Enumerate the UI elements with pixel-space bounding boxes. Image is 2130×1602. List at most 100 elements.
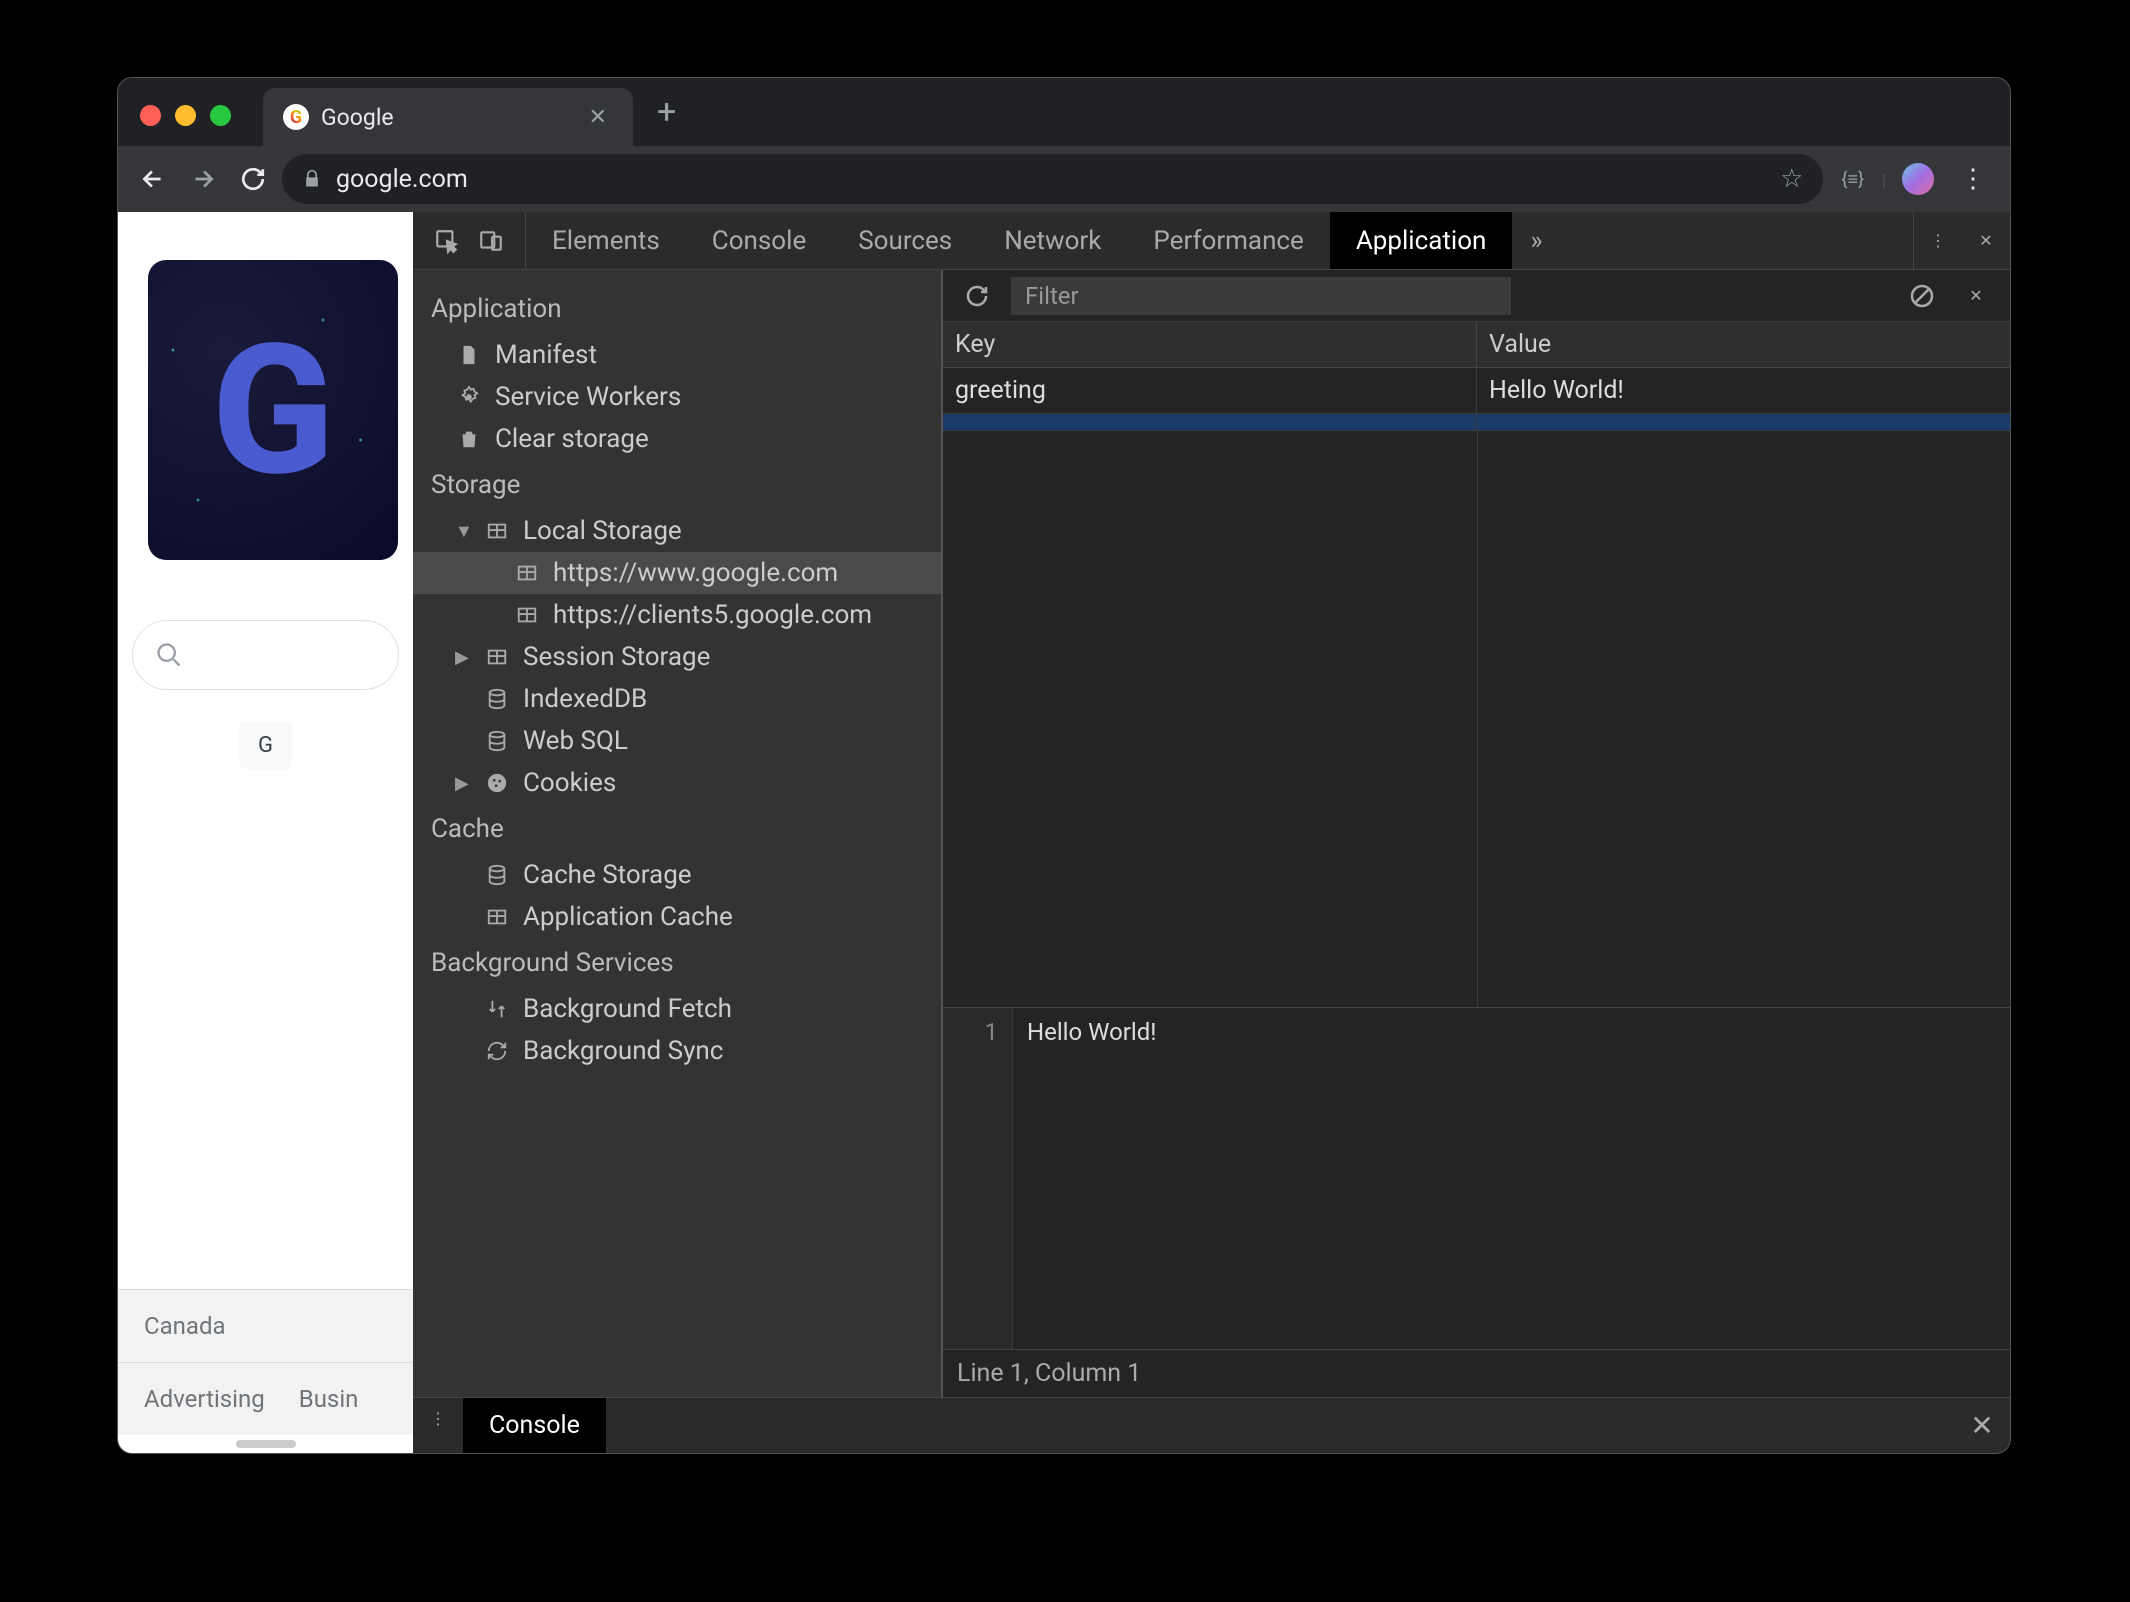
preview-body: 1 Hello World! xyxy=(943,1008,2010,1349)
cookie-icon xyxy=(483,769,511,797)
table-icon xyxy=(513,559,541,587)
table-body-empty[interactable] xyxy=(943,431,2010,1007)
filter-row: ✕ xyxy=(943,270,2010,322)
devtools-close-button[interactable]: ✕ xyxy=(1962,221,2010,261)
footer-country: Canada xyxy=(144,1312,226,1340)
extension-badge[interactable]: {≡} xyxy=(1831,169,1874,190)
clear-all-button[interactable] xyxy=(1902,276,1942,316)
table-header: Key Value xyxy=(943,322,2010,368)
tab-network[interactable]: Network xyxy=(978,212,1127,269)
section-background-services: Background Services xyxy=(413,938,941,988)
forward-button[interactable] xyxy=(182,158,224,200)
device-toggle-icon[interactable] xyxy=(471,221,511,261)
tab-sources[interactable]: Sources xyxy=(832,212,978,269)
storage-main-panel: ✕ Key Value greeting Hello World! xyxy=(943,270,2010,1397)
preview-status: Line 1, Column 1 xyxy=(943,1349,2010,1397)
doodle-letter: G xyxy=(212,305,335,516)
sidebar-item-cache-storage[interactable]: Cache Storage xyxy=(413,854,941,896)
devtools-tabbar: Elements Console Sources Network Perform… xyxy=(413,212,2010,270)
line-gutter: 1 xyxy=(943,1008,1013,1349)
storage-table: Key Value greeting Hello World! xyxy=(943,322,2010,431)
section-storage: Storage xyxy=(413,460,941,510)
more-tabs-button[interactable]: » xyxy=(1512,212,1560,269)
url-bar[interactable]: google.com ☆ xyxy=(282,154,1823,204)
browser-menu-button[interactable]: ⋮ xyxy=(1950,164,1996,194)
browser-tab[interactable]: G Google ✕ xyxy=(263,88,633,146)
trash-icon xyxy=(455,425,483,453)
back-button[interactable] xyxy=(132,158,174,200)
table-icon xyxy=(513,601,541,629)
tab-performance[interactable]: Performance xyxy=(1127,212,1329,269)
table-icon xyxy=(483,517,511,545)
table-row[interactable]: greeting Hello World! xyxy=(943,368,2010,414)
lock-icon xyxy=(302,169,322,189)
window-controls xyxy=(118,105,253,146)
drawer-tab-console[interactable]: Console xyxy=(463,1398,606,1453)
google-doodle[interactable]: G xyxy=(148,260,398,560)
table-icon xyxy=(483,903,511,931)
sidebar-item-origin-clients5[interactable]: https://clients5.google.com xyxy=(413,594,941,636)
url-text: google.com xyxy=(336,165,1766,194)
sync-icon xyxy=(483,1037,511,1065)
page-handle xyxy=(118,1435,413,1453)
tab-console[interactable]: Console xyxy=(686,212,832,269)
devtools-tablist: Elements Console Sources Network Perform… xyxy=(526,212,1561,269)
tab-elements[interactable]: Elements xyxy=(526,212,686,269)
footer-links-row: Advertising Busin xyxy=(118,1362,413,1435)
cell-value: Hello World! xyxy=(1477,368,2010,413)
section-application: Application xyxy=(413,284,941,334)
toolbar: google.com ☆ {≡} | ⋮ xyxy=(118,146,2010,212)
devtools-left-icons xyxy=(413,212,526,269)
delete-selected-button[interactable]: ✕ xyxy=(1956,276,1996,316)
drawer-close-button[interactable]: ✕ xyxy=(1954,1398,2010,1453)
sidebar-item-manifest[interactable]: Manifest xyxy=(413,334,941,376)
sidebar-item-application-cache[interactable]: Application Cache xyxy=(413,896,941,938)
search-input[interactable] xyxy=(132,620,399,690)
footer-link-advertising[interactable]: Advertising xyxy=(144,1385,265,1413)
table-icon xyxy=(483,643,511,671)
new-tab-button[interactable]: + xyxy=(633,92,700,146)
search-icon xyxy=(155,641,183,669)
close-window-button[interactable] xyxy=(140,105,161,126)
bookmark-star-icon[interactable]: ☆ xyxy=(1780,164,1803,194)
sidebar-item-websql[interactable]: Web SQL xyxy=(413,720,941,762)
inspect-element-icon[interactable] xyxy=(427,221,467,261)
minimize-window-button[interactable] xyxy=(175,105,196,126)
close-tab-button[interactable]: ✕ xyxy=(581,101,615,134)
tab-application[interactable]: Application xyxy=(1330,212,1513,269)
document-icon xyxy=(455,341,483,369)
sidebar-item-background-sync[interactable]: Background Sync xyxy=(413,1030,941,1072)
gear-icon xyxy=(455,383,483,411)
sidebar-item-background-fetch[interactable]: Background Fetch xyxy=(413,988,941,1030)
sidebar-item-indexeddb[interactable]: IndexedDB xyxy=(413,678,941,720)
sidebar-item-cookies[interactable]: ▶ Cookies xyxy=(413,762,941,804)
browser-window: G Google ✕ + google.com ☆ {≡} | ⋮ xyxy=(118,78,2010,1453)
devtools-menu-button[interactable]: ⋮ xyxy=(1914,221,1962,261)
header-value[interactable]: Value xyxy=(1477,322,2010,367)
sidebar-item-clear-storage[interactable]: Clear storage xyxy=(413,418,941,460)
footer-country-row: Canada xyxy=(118,1289,413,1362)
sidebar-item-session-storage[interactable]: ▶ Session Storage xyxy=(413,636,941,678)
table-row[interactable] xyxy=(943,414,2010,431)
header-key[interactable]: Key xyxy=(943,322,1477,367)
database-icon xyxy=(483,727,511,755)
search-buttons: G xyxy=(118,722,413,769)
google-search-button[interactable]: G xyxy=(239,722,292,769)
sidebar-item-origin-google[interactable]: https://www.google.com xyxy=(413,552,941,594)
profile-avatar[interactable] xyxy=(1902,163,1934,195)
database-icon xyxy=(483,861,511,889)
sidebar-item-service-workers[interactable]: Service Workers xyxy=(413,376,941,418)
cell-key xyxy=(943,414,1477,430)
section-cache: Cache xyxy=(413,804,941,854)
drawer-menu-button[interactable]: ⋮ xyxy=(413,1398,463,1438)
footer-link-business[interactable]: Busin xyxy=(299,1385,359,1413)
devtools-drawer: ⋮ Console ✕ xyxy=(413,1397,2010,1453)
titlebar: G Google ✕ + xyxy=(118,78,2010,146)
sidebar-item-local-storage[interactable]: ▼ Local Storage xyxy=(413,510,941,552)
refresh-button[interactable] xyxy=(957,276,997,316)
maximize-window-button[interactable] xyxy=(210,105,231,126)
reload-button[interactable] xyxy=(232,158,274,200)
page-footer: Canada Advertising Busin xyxy=(118,1289,413,1435)
filter-input[interactable] xyxy=(1011,277,1511,315)
preview-text[interactable]: Hello World! xyxy=(1013,1008,1170,1349)
